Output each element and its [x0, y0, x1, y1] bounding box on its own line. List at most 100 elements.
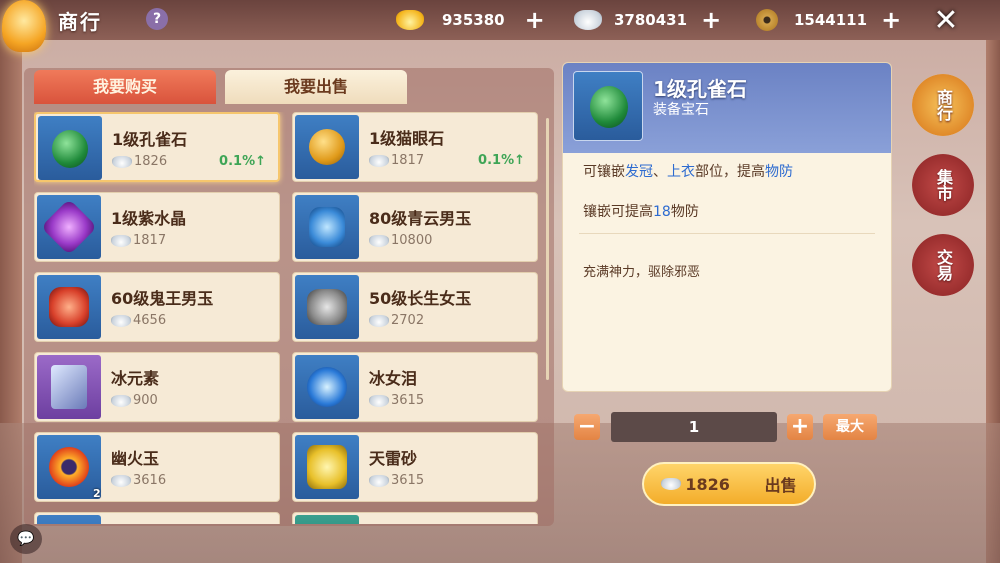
item-icon — [37, 515, 101, 524]
silver-currency: 3780431 + — [574, 6, 721, 34]
gold-value: 935380 — [442, 11, 505, 29]
silver-ingot-icon — [574, 10, 602, 30]
help-button[interactable]: ? — [146, 8, 168, 30]
item-icon — [295, 515, 359, 524]
quantity-input[interactable]: 1 — [611, 412, 777, 442]
price-value: 900 — [133, 393, 158, 408]
copper-value: 1544111 — [794, 11, 868, 29]
thunder-sand-icon — [295, 435, 359, 499]
jade-icon — [295, 195, 359, 259]
detail-header: 1级孔雀石 装备宝石 — [563, 63, 891, 153]
ice-tear-icon — [295, 355, 359, 419]
price-value: 3615 — [391, 393, 425, 408]
item-name: 幽火玉 — [111, 449, 160, 468]
scrollbar[interactable] — [546, 118, 549, 380]
item-qingyun-jade[interactable]: 80级青云男玉 10800 — [292, 192, 538, 262]
tab-buy[interactable]: 我要购买 — [34, 70, 216, 104]
item-price: 1817 — [111, 233, 166, 248]
silver-ingot-icon — [111, 394, 131, 407]
item-price: 3615 — [369, 393, 424, 408]
item-name: 1级猫眼石 — [369, 129, 445, 148]
peacock-stone-icon — [38, 116, 102, 180]
item-ice-tear[interactable]: 冰女泪 3615 — [292, 352, 538, 422]
copper-currency: 1544111 + — [756, 6, 901, 34]
copper-coin-icon — [756, 9, 778, 31]
item-name: 天雷砂 — [369, 449, 418, 468]
price-value: 2702 — [391, 313, 425, 328]
price-value: 3615 — [391, 473, 425, 488]
item-name: 50级长生女玉 — [369, 289, 472, 308]
item-partial[interactable] — [292, 512, 538, 524]
item-peacock-stone[interactable]: 1级孔雀石 1826 0.1%↑ — [34, 112, 280, 182]
peacock-stone-icon — [573, 71, 643, 141]
price-value: 1817 — [391, 153, 425, 168]
item-name: 80级青云男玉 — [369, 209, 472, 228]
chat-icon[interactable]: 💬 — [10, 524, 42, 554]
divider — [579, 233, 875, 234]
item-name: 冰女泪 — [369, 369, 418, 388]
silver-ingot-icon — [111, 234, 131, 247]
price-change: 0.1%↑ — [219, 154, 266, 169]
item-changsheng-jade[interactable]: 50级长生女玉 2702 — [292, 272, 538, 342]
add-copper-button[interactable]: + — [881, 6, 901, 34]
lantern-icon — [2, 0, 46, 52]
item-name: 1级紫水晶 — [111, 209, 187, 228]
increase-quantity-button[interactable]: + — [787, 414, 813, 440]
page-title: 商行 — [58, 10, 102, 34]
close-icon[interactable]: ✕ — [930, 6, 962, 38]
price-value: 1826 — [134, 154, 168, 169]
item-youhuo-jade[interactable]: 2 幽火玉 3616 — [34, 432, 280, 502]
add-gold-button[interactable]: + — [525, 6, 545, 34]
item-ice-element[interactable]: 冰元素 900 — [34, 352, 280, 422]
price-value: 3616 — [133, 473, 167, 488]
item-price: 3616 — [111, 473, 166, 488]
silver-ingot-icon — [111, 474, 131, 487]
silver-ingot-icon — [369, 394, 389, 407]
price-value: 4656 — [133, 313, 167, 328]
item-guiwang-jade[interactable]: 60级鬼王男玉 4656 — [34, 272, 280, 342]
side-nav-shop[interactable]: 商行 — [912, 74, 974, 136]
yin-yang-jade-icon — [295, 275, 359, 339]
silver-ingot-icon — [369, 474, 389, 487]
silver-ingot-icon — [112, 155, 132, 168]
detail-stat-info: 镶嵌可提高18物防 — [583, 204, 699, 220]
add-silver-button[interactable]: + — [701, 6, 721, 34]
item-price: 2702 — [369, 313, 424, 328]
silver-ingot-icon — [369, 314, 389, 327]
sell-button[interactable]: 1826 出售 — [642, 462, 816, 506]
item-thunder-sand[interactable]: 天雷砂 3615 — [292, 432, 538, 502]
max-quantity-button[interactable]: 最大 — [823, 414, 877, 440]
item-detail-panel: 1级孔雀石 装备宝石 可镶嵌发冠、上衣部位，提高物防 镶嵌可提高18物防 充满神… — [562, 62, 892, 392]
tab-sell[interactable]: 我要出售 — [225, 70, 407, 104]
item-partial[interactable] — [34, 512, 280, 524]
item-count-badge: 2 — [93, 487, 101, 500]
sell-price: 1826 — [661, 475, 730, 494]
side-nav-market[interactable]: 集市 — [912, 154, 974, 216]
detail-item-name: 1级孔雀石 — [653, 77, 747, 101]
item-grid: 1级孔雀石 1826 0.1%↑ 1级猫眼石 1817 0.1%↑ 1级紫水晶 … — [34, 112, 540, 524]
sell-label: 出售 — [764, 476, 797, 495]
item-name: 1级孔雀石 — [112, 130, 188, 149]
silver-ingot-icon — [369, 154, 389, 167]
silver-value: 3780431 — [614, 11, 688, 29]
sell-price-value: 1826 — [685, 474, 730, 494]
gold-ingot-icon — [396, 10, 424, 30]
item-price: 4656 — [111, 313, 166, 328]
item-amethyst[interactable]: 1级紫水晶 1817 — [34, 192, 280, 262]
item-price: 1817 — [369, 153, 424, 168]
silver-ingot-icon — [369, 234, 389, 247]
decrease-quantity-button[interactable]: − — [574, 414, 600, 440]
detail-description: 充满神力，驱除邪恶 — [583, 265, 701, 280]
item-price: 900 — [111, 393, 158, 408]
silver-ingot-icon — [661, 478, 682, 490]
price-value: 10800 — [391, 233, 433, 248]
item-cats-eye-stone[interactable]: 1级猫眼石 1817 0.1%↑ — [292, 112, 538, 182]
gold-currency: 935380 + — [396, 6, 545, 34]
price-change: 0.1%↑ — [478, 153, 525, 168]
item-price: 10800 — [369, 233, 432, 248]
price-value: 1817 — [133, 233, 167, 248]
amethyst-icon — [37, 195, 101, 259]
item-name: 60级鬼王男玉 — [111, 289, 214, 308]
item-price: 3615 — [369, 473, 424, 488]
side-nav-trade[interactable]: 交易 — [912, 234, 974, 296]
